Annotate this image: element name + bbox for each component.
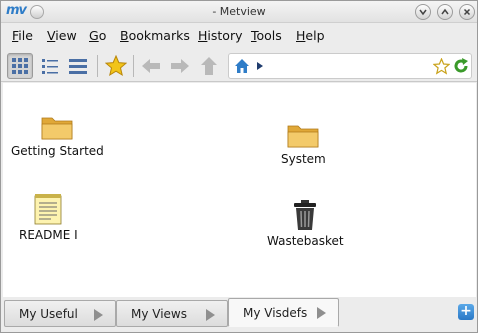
icon-view-button[interactable] [7, 53, 33, 79]
menu-help[interactable]: Help [296, 28, 325, 43]
chevron-up-icon [441, 8, 449, 15]
folder-item-label: System [281, 152, 326, 166]
folder-item-readme[interactable]: README I [19, 193, 78, 242]
maximize-button[interactable] [437, 4, 453, 20]
chevron-down-icon [419, 9, 427, 16]
menu-file[interactable]: File [12, 28, 33, 43]
detailed-view-button[interactable] [37, 53, 63, 79]
tab-label: My Views [131, 306, 187, 321]
folder-item-getting-started[interactable]: Getting Started [11, 113, 104, 158]
notepad-icon [34, 194, 62, 225]
list-icon [69, 59, 87, 74]
folder-item-wastebasket[interactable]: Wastebasket [267, 199, 344, 248]
bookmarks-button[interactable] [103, 53, 129, 79]
menu-history-label: istory [207, 28, 243, 43]
up-button[interactable] [196, 53, 222, 79]
menu-tools[interactable]: Tools [251, 28, 282, 43]
menu-bookmarks-label: ookmarks [128, 28, 190, 43]
close-button[interactable] [459, 4, 475, 20]
window-title: - Metview [212, 5, 266, 18]
bottom-tab-bar: My Useful My Views My Visdefs + [1, 298, 477, 332]
reload-icon[interactable] [453, 58, 469, 74]
star-icon [105, 55, 127, 77]
arrow-up-icon [201, 57, 217, 75]
menu-go[interactable]: Go [89, 28, 106, 43]
address-bar[interactable] [228, 53, 472, 79]
home-icon[interactable] [234, 58, 250, 74]
detailed-list-icon [42, 59, 58, 74]
menu-view-label: iew [55, 28, 77, 43]
menu-history-mnemonic: H [198, 28, 208, 43]
menu-bar: File View Go Bookmarks History Tools Hel… [1, 24, 477, 46]
folder-item-label: Getting Started [11, 144, 104, 158]
menu-help-mnemonic: H [296, 28, 306, 43]
path-arrow-icon[interactable] [256, 61, 264, 71]
grid-icon [12, 58, 28, 74]
menu-tools-label: ools [256, 28, 282, 43]
folder-item-label: README I [19, 228, 78, 242]
tab-my-visdefs[interactable]: My Visdefs [228, 298, 339, 327]
arrow-left-icon [142, 59, 160, 73]
forward-button[interactable] [167, 53, 193, 79]
menu-bookmarks[interactable]: Bookmarks [120, 28, 190, 43]
list-view-button[interactable] [65, 53, 91, 79]
title-bar[interactable]: mv - Metview [1, 1, 477, 23]
toolbar [1, 48, 477, 82]
toolbar-separator-2 [133, 55, 134, 77]
menu-history[interactable]: History [198, 28, 242, 43]
tab-arrow-icon[interactable] [317, 307, 326, 319]
menu-view[interactable]: View [47, 28, 77, 43]
tab-arrow-icon[interactable] [94, 309, 103, 321]
app-window: mv - Metview File View Go Bookmarks Hist… [0, 0, 478, 333]
menu-bookmarks-mnemonic: B [120, 28, 129, 43]
tab-arrow-icon[interactable] [206, 309, 215, 321]
folder-icon [287, 125, 319, 148]
menu-go-mnemonic: G [89, 28, 99, 43]
bookmark-star-icon[interactable] [433, 58, 450, 75]
tab-label: My Visdefs [243, 305, 308, 320]
back-button[interactable] [138, 53, 164, 79]
trash-icon [294, 200, 317, 230]
toolbar-separator [97, 55, 98, 77]
folder-item-label: Wastebasket [267, 234, 344, 248]
menu-go-label: o [98, 28, 107, 43]
tab-label: My Useful [19, 306, 78, 321]
add-tab-button[interactable]: + [458, 304, 474, 320]
folder-item-system[interactable]: System [281, 121, 326, 166]
close-icon [463, 8, 471, 16]
arrow-right-icon [171, 59, 189, 73]
tab-my-useful[interactable]: My Useful [4, 300, 116, 327]
folder-icon [41, 117, 73, 140]
tab-my-views[interactable]: My Views [116, 300, 228, 327]
menu-help-label: elp [305, 28, 325, 43]
minimize-button[interactable] [415, 4, 431, 20]
menu-file-label: ile [18, 28, 33, 43]
folder-view[interactable]: Getting Started System README I Wastebas… [3, 83, 476, 297]
